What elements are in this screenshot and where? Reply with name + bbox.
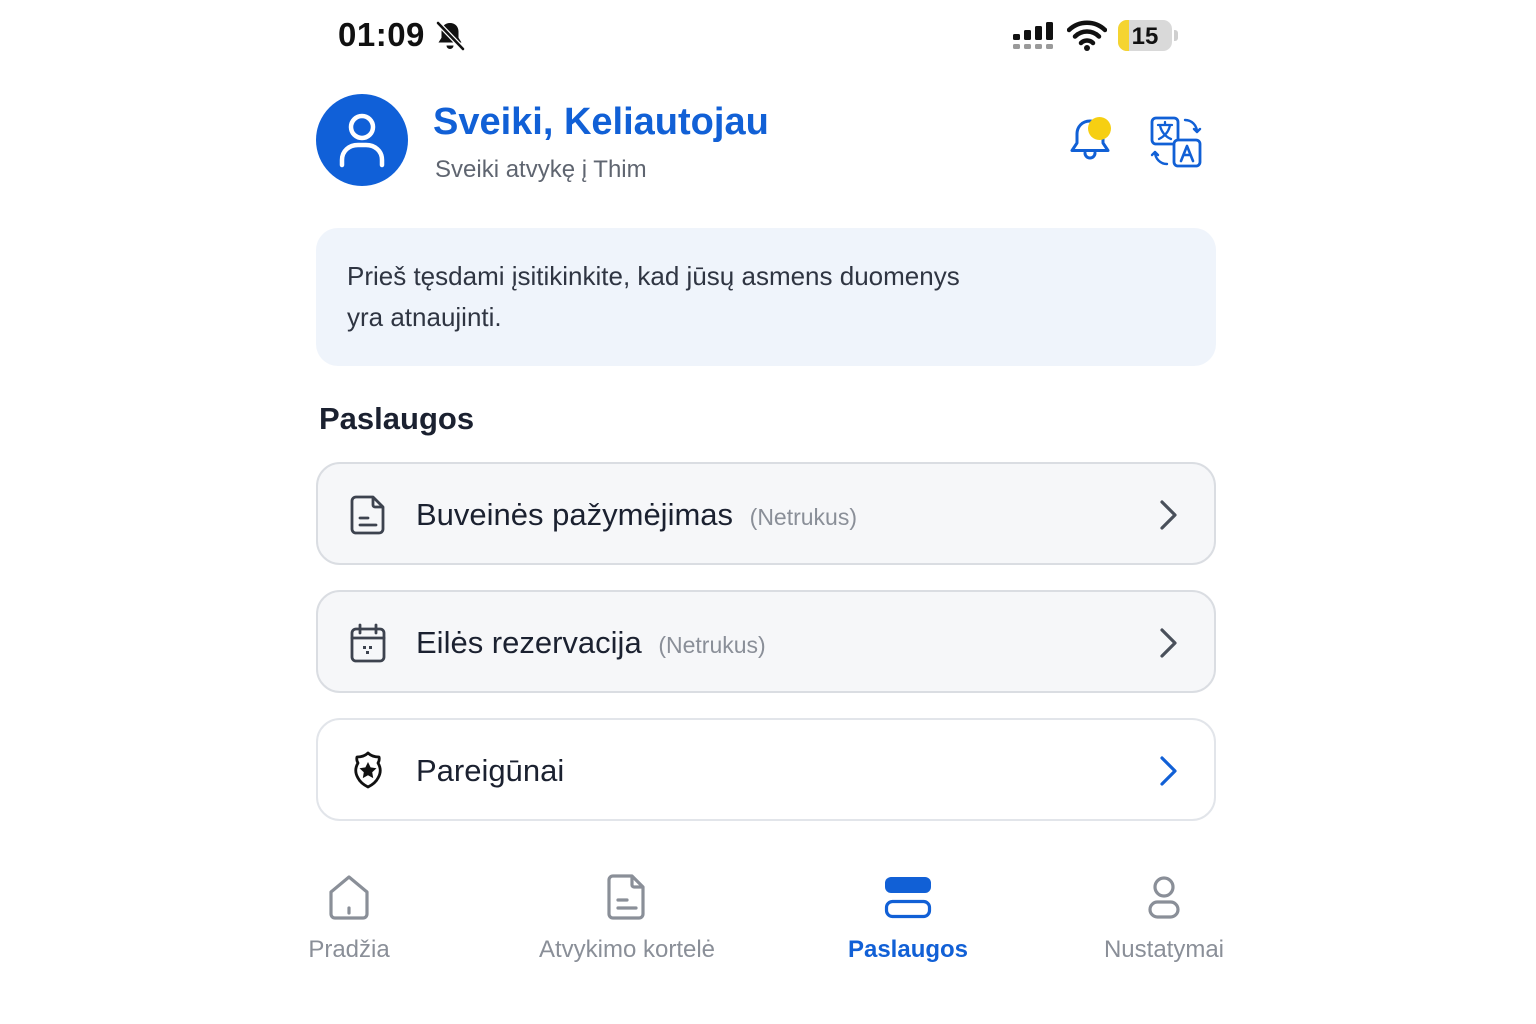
nav-tab-arrival-card[interactable]: Atvykimo kortelė [527,872,727,964]
calendar-icon [350,623,386,663]
service-item-residence-certificate[interactable]: Buveinės pažymėjimas (Netrukus) [316,462,1216,565]
service-note: (Netrukus) [658,632,766,658]
app-screen: 01:09 15 Sveiki, Keliautojau Sveiki atvy… [0,0,1536,1024]
section-title: Paslaugos [319,401,475,436]
card-document-icon [607,874,645,920]
chevron-right-icon [1160,500,1177,530]
nav-label: Nustatymai [1103,936,1225,963]
nav-tab-services[interactable]: Paslaugos [838,872,978,964]
battery-level: 15 [1131,23,1159,50]
police-badge-icon [354,751,382,789]
battery-nub [1174,30,1178,41]
service-label: Buveinės pažymėjimas (Netrukus) [416,497,857,533]
profile-icon [1148,876,1180,919]
user-icon [339,113,385,168]
greeting-subtitle: Sveiki atvykę į Thim [435,156,647,183]
info-banner-line-1: Prieš tęsdami įsitikinkite, kad jūsų asm… [347,261,960,291]
chevron-right-icon [1160,628,1177,658]
service-title: Eilės rezervacija [416,625,642,660]
service-item-queue-reservation[interactable]: Eilės rezervacija (Netrukus) [316,590,1216,693]
service-title: Pareigūnai [416,753,565,788]
service-note: (Netrukus) [749,504,858,530]
battery-icon: 15 [1118,20,1172,51]
wifi-icon [1067,20,1107,51]
nav-label: Pradžia [308,936,390,963]
bell-off-icon [436,21,465,51]
info-banner-text: Prieš tęsdami įsitikinkite, kad jūsų asm… [347,256,1067,338]
service-title: Buveinės pažymėjimas [416,497,734,532]
greeting-title: Sveiki, Keliautojau [433,101,769,143]
nav-tab-home[interactable]: Pradžia [289,872,409,964]
signal-icon [1013,22,1053,49]
translate-icon[interactable] [1149,115,1203,169]
service-item-officers[interactable]: Pareigūnai [316,718,1216,821]
nav-label: Paslaugos [847,936,969,963]
nav-label: Atvykimo kortelė [538,936,716,963]
status-time: 01:09 [338,16,425,53]
info-banner: Prieš tęsdami įsitikinkite, kad jūsų asm… [316,228,1216,366]
info-banner-line-2: yra atnaujinti. [347,302,502,332]
service-label: Eilės rezervacija (Netrukus) [416,625,766,661]
avatar[interactable] [316,94,408,186]
chevron-right-icon [1160,756,1177,786]
nav-tab-settings[interactable]: Nustatymai [1094,872,1234,964]
notification-dot [1088,117,1111,140]
service-label: Pareigūnai [416,753,564,789]
home-icon [329,875,369,920]
document-icon [350,495,385,535]
services-icon [884,877,932,919]
